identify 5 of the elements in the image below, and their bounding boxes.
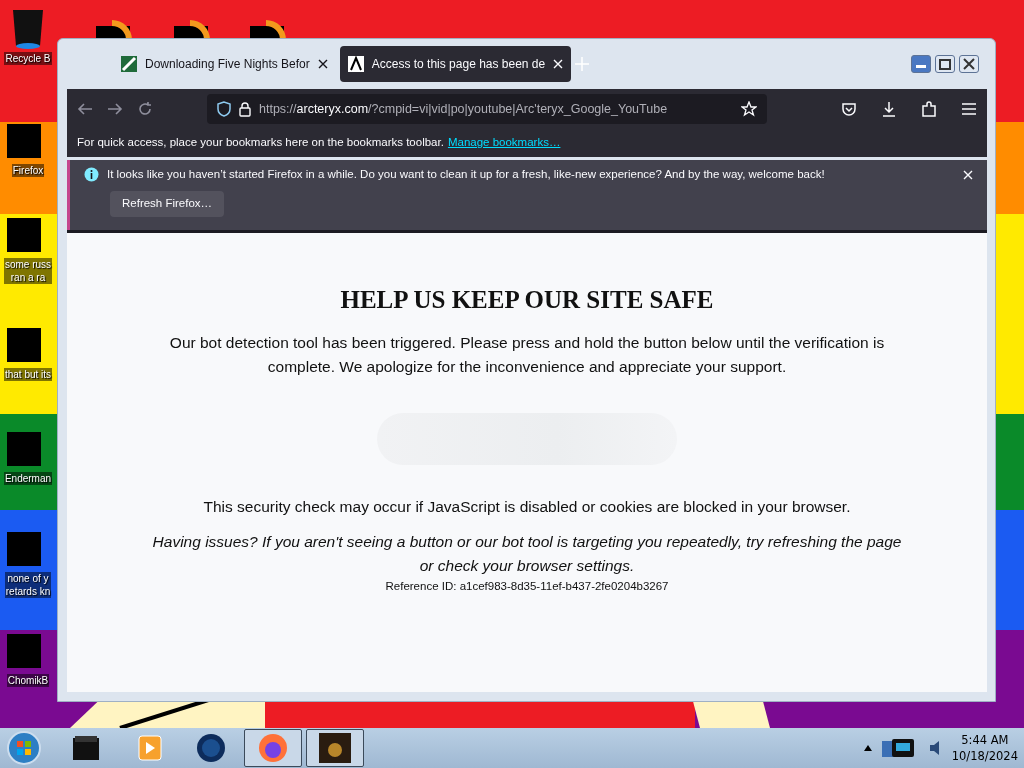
clock[interactable]: 5:44 AM 10/18/2024 [951,732,1018,764]
start-button[interactable] [6,730,42,766]
caret-icon[interactable] [863,745,872,751]
taskbar-button[interactable] [306,729,364,767]
taskbar-button[interactable] [244,729,302,767]
